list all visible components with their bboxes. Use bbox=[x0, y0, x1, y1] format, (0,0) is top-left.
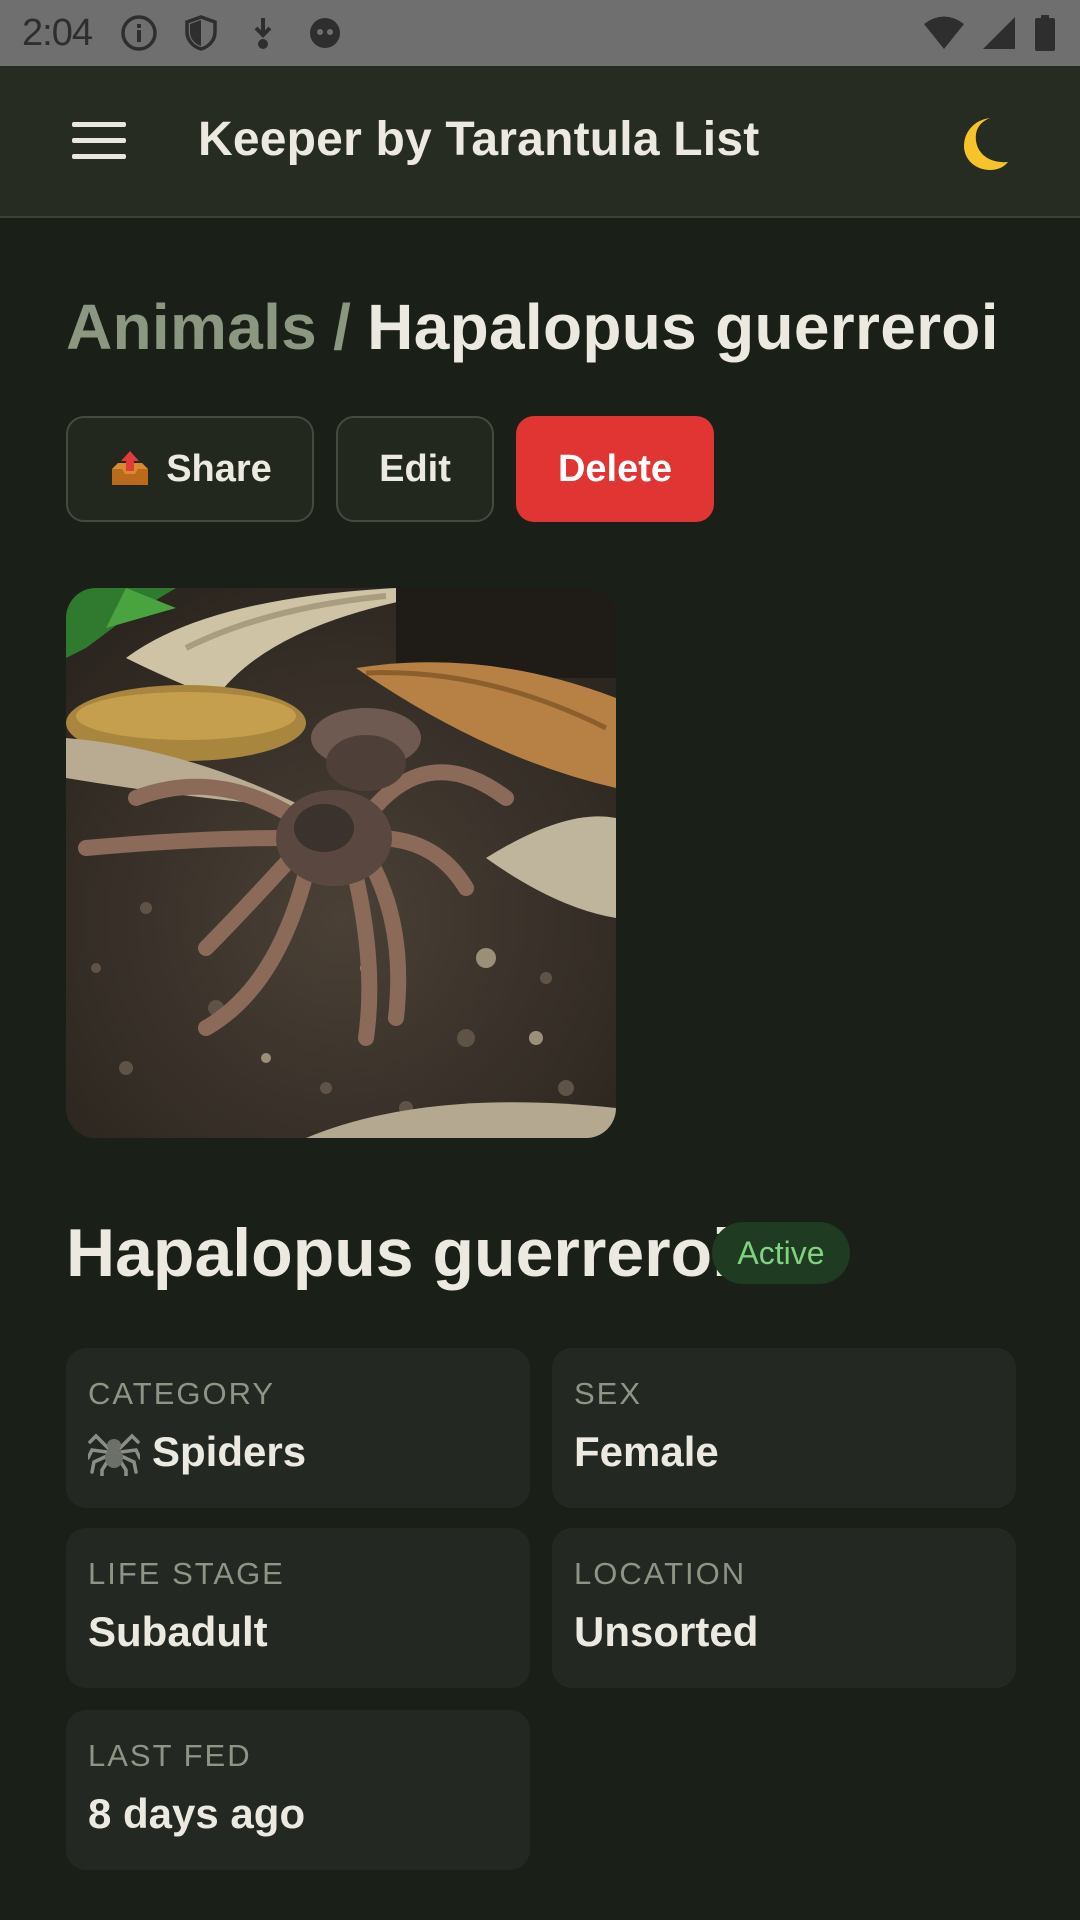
app-bar: Keeper by Tarantula List bbox=[0, 66, 1080, 218]
breadcrumb-animals-link[interactable]: Animals bbox=[66, 291, 317, 363]
last-fed-value: 8 days ago bbox=[88, 1790, 306, 1837]
theme-toggle-button[interactable] bbox=[946, 108, 1016, 178]
hamburger-line bbox=[72, 138, 126, 143]
face-icon bbox=[306, 14, 344, 52]
hamburger-icon bbox=[72, 122, 126, 127]
animal-name: Hapalopus guerreroi bbox=[66, 1215, 732, 1291]
category-value: Spiders bbox=[88, 1428, 508, 1476]
delete-button-label: Delete bbox=[557, 447, 673, 490]
battery-icon bbox=[1032, 14, 1058, 52]
life-stage-value: Subadult bbox=[88, 1608, 268, 1655]
last-fed-card: LAST FED 8 days ago bbox=[66, 1710, 530, 1870]
info-icon bbox=[120, 14, 158, 52]
sex-card: SEX Female bbox=[552, 1348, 1016, 1508]
animal-photo[interactable] bbox=[66, 588, 616, 1138]
hamburger-line bbox=[72, 154, 126, 159]
breadcrumb-separator: / bbox=[333, 291, 352, 363]
delete-button[interactable]: Delete bbox=[516, 416, 714, 522]
download-icon bbox=[244, 14, 282, 52]
status-icons-right bbox=[922, 14, 1058, 52]
category-value-text: Spiders bbox=[152, 1428, 307, 1475]
action-buttons: Share Edit Delete bbox=[66, 416, 714, 522]
spider-icon bbox=[88, 1428, 140, 1476]
location-card: LOCATION Unsorted bbox=[552, 1528, 1016, 1688]
sex-value: Female bbox=[574, 1428, 719, 1475]
status-bar: 2:04 bbox=[0, 0, 1080, 66]
share-button[interactable]: Share bbox=[66, 416, 314, 522]
status-time: 2:04 bbox=[22, 11, 93, 54]
moon-icon bbox=[964, 118, 1008, 170]
menu-button[interactable] bbox=[68, 118, 128, 162]
location-label: LOCATION bbox=[574, 1556, 747, 1591]
status-badge: Active bbox=[712, 1222, 850, 1284]
last-fed-label: LAST FED bbox=[88, 1738, 252, 1773]
signal-icon bbox=[980, 14, 1018, 52]
tarantula-photo-illustration bbox=[66, 588, 616, 1138]
category-card: CATEGORY Spiders bbox=[66, 1348, 530, 1508]
status-icons-left bbox=[120, 14, 344, 52]
edit-button[interactable]: Edit bbox=[336, 416, 494, 522]
life-stage-label: LIFE STAGE bbox=[88, 1556, 285, 1591]
breadcrumb-current: Hapalopus guerreroi bbox=[367, 291, 999, 363]
share-button-label: Share bbox=[166, 447, 272, 490]
wifi-icon bbox=[922, 14, 966, 52]
outbox-icon bbox=[108, 449, 152, 489]
sex-label: SEX bbox=[574, 1376, 643, 1411]
app-title: Keeper by Tarantula List bbox=[198, 113, 760, 166]
edit-button-label: Edit bbox=[379, 447, 451, 490]
category-label: CATEGORY bbox=[88, 1376, 276, 1411]
location-value: Unsorted bbox=[574, 1608, 759, 1655]
shield-icon bbox=[182, 14, 220, 52]
breadcrumb: Animals / Hapalopus guerreroi bbox=[66, 290, 999, 364]
life-stage-card: LIFE STAGE Subadult bbox=[66, 1528, 530, 1688]
